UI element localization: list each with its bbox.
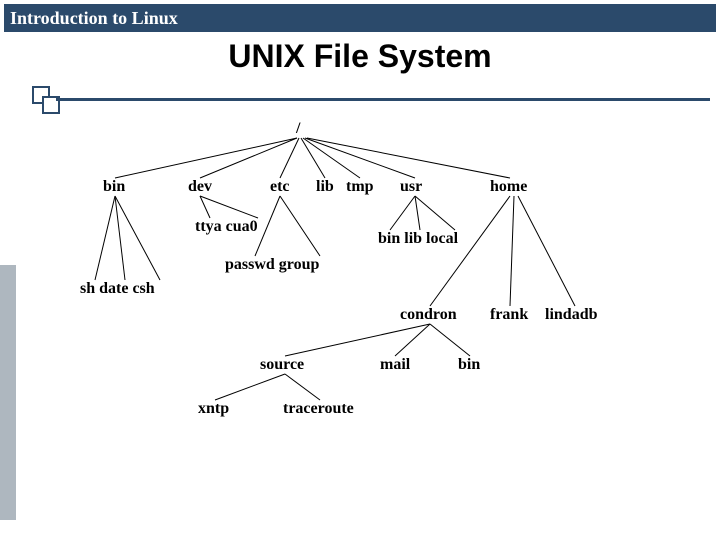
tree-lines (0, 0, 720, 540)
filesystem-tree-diagram: / bin dev etc lib tmp usr home sh date c… (0, 0, 720, 540)
node-etc-children: passwd group (225, 256, 319, 274)
node-bin: bin (103, 178, 125, 196)
node-frank: frank (490, 306, 528, 324)
node-tmp: tmp (346, 178, 374, 196)
node-lib: lib (316, 178, 334, 196)
node-dev: dev (188, 178, 212, 196)
node-home: home (490, 178, 527, 196)
node-traceroute: traceroute (283, 400, 354, 418)
node-condron-bin: bin (458, 356, 480, 374)
node-dev-children: ttya cua0 (195, 218, 258, 236)
node-bin-children: sh date csh (80, 280, 155, 298)
node-xntp: xntp (198, 400, 229, 418)
node-etc: etc (270, 178, 290, 196)
node-usr: usr (400, 178, 422, 196)
node-source: source (260, 356, 304, 374)
node-lindadb: lindadb (545, 306, 597, 324)
node-condron: condron (400, 306, 457, 324)
node-usr-children: bin lib local (378, 230, 458, 248)
node-mail: mail (380, 356, 410, 374)
node-root: / (296, 120, 300, 138)
